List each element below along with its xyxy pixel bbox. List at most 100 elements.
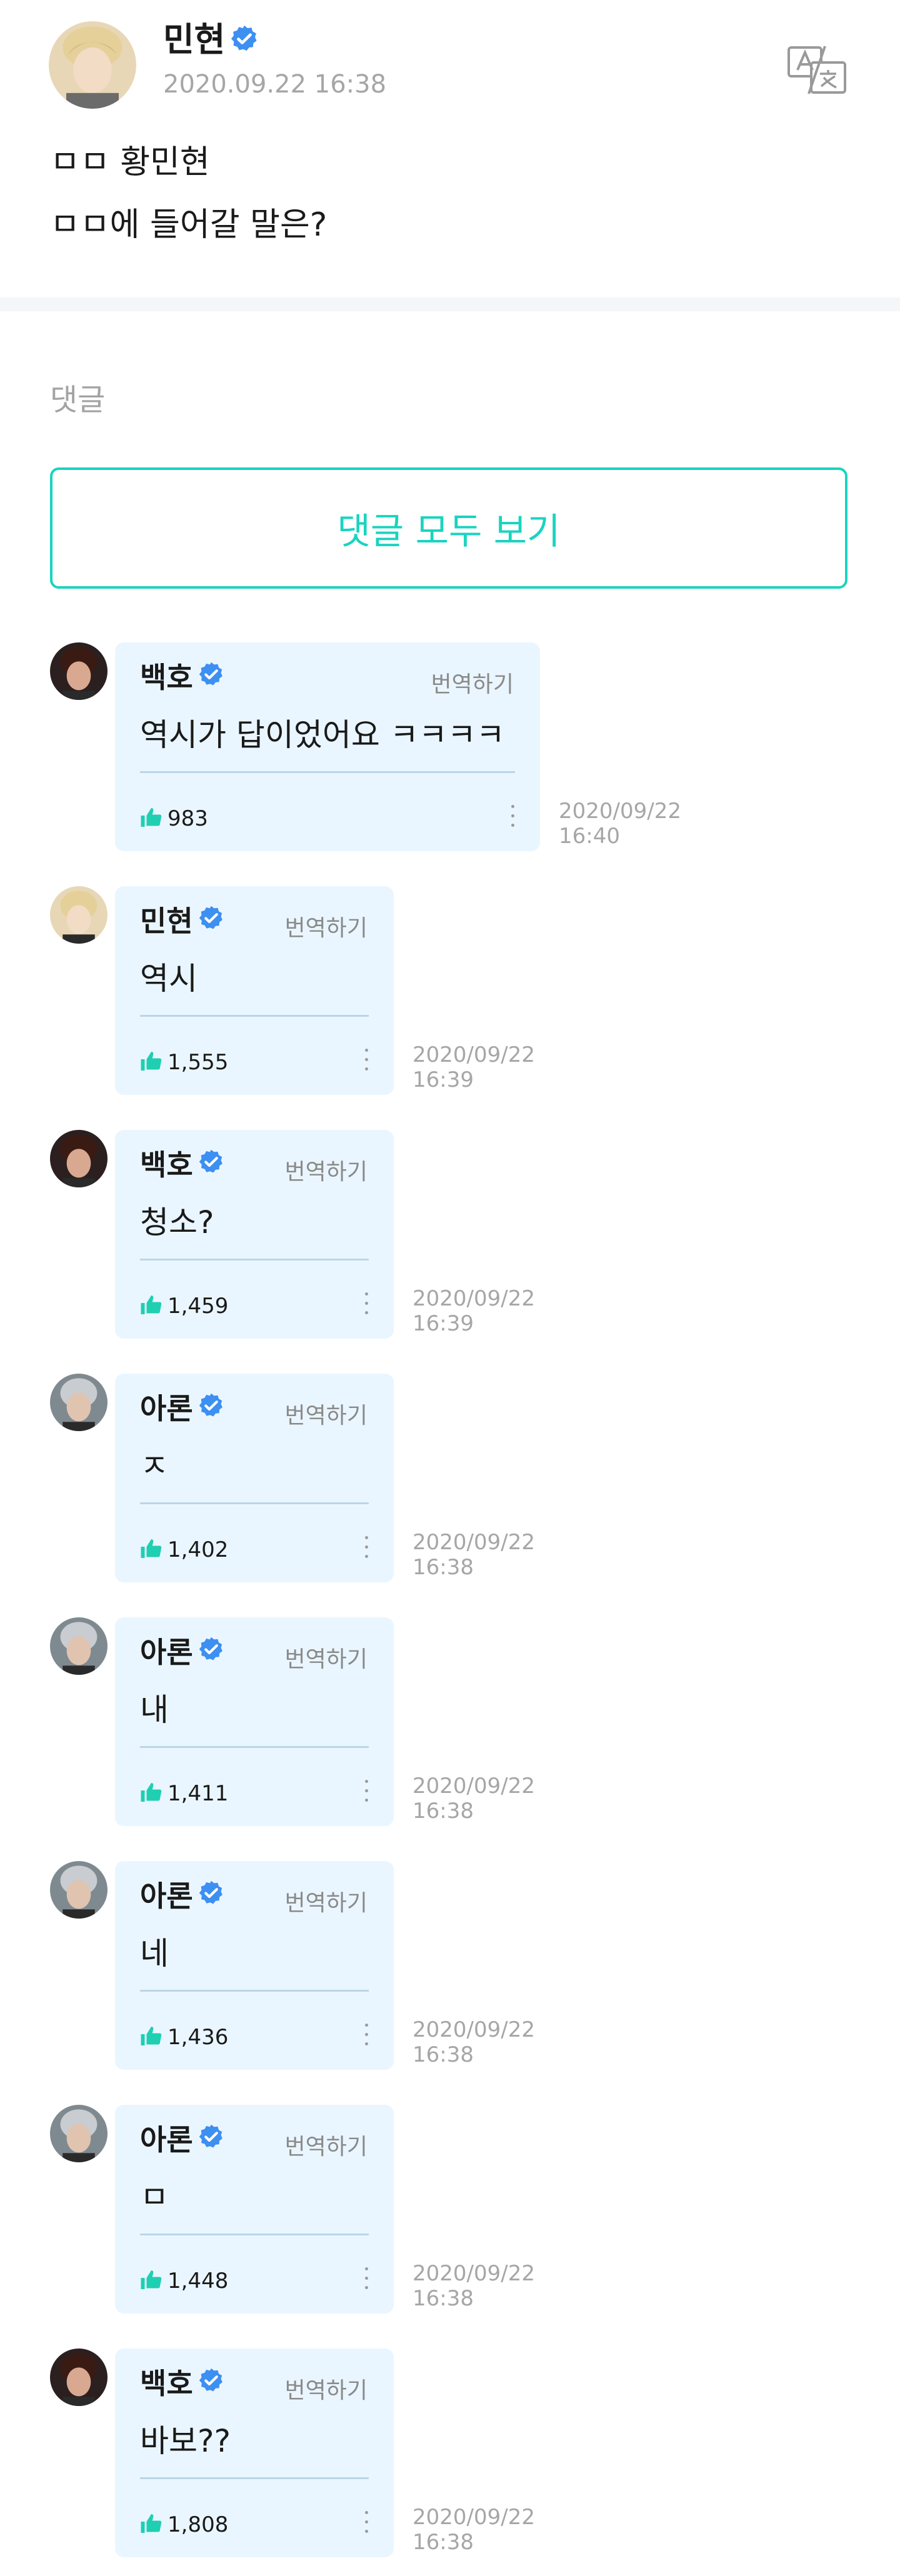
- comment-text: 청소?: [140, 1204, 214, 1241]
- more-vertical-icon[interactable]: [365, 2267, 369, 2290]
- comment-item: 아론 번역하기 내 1,411 2020/09/22 16:38: [0, 1617, 900, 1842]
- like-button[interactable]: 1,459: [140, 1294, 228, 1319]
- comment-time: 16:38: [412, 2530, 474, 2555]
- avatar[interactable]: [50, 1130, 108, 1187]
- more-vertical-icon[interactable]: [511, 805, 515, 827]
- verified-badge-icon: [230, 24, 259, 56]
- comment-text: 역시: [140, 961, 198, 997]
- post-author-name[interactable]: 민현: [163, 20, 225, 61]
- comment-author-name[interactable]: 백호: [140, 1142, 193, 1184]
- more-vertical-icon[interactable]: [365, 1780, 369, 1802]
- comment-author-name[interactable]: 아론: [140, 1386, 193, 1427]
- thumbs-up-icon: [140, 1538, 162, 1562]
- avatar[interactable]: [50, 1374, 108, 1431]
- comment-timestamp: 2020/09/22 16:39: [412, 1286, 535, 1336]
- like-button[interactable]: 1,436: [140, 2025, 228, 2050]
- avatar[interactable]: [50, 886, 108, 944]
- thumbs-up-icon: [140, 807, 162, 831]
- comment-date: 2020/09/22: [412, 1530, 535, 1555]
- post-text-line-2: ㅁㅁ에 들어갈 말은?: [50, 206, 328, 244]
- comment-time: 16:38: [412, 2286, 474, 2311]
- translate-button[interactable]: 번역하기: [285, 1885, 368, 1917]
- comment-bubble: 아론 번역하기 ㅁ 1,448: [115, 2105, 394, 2314]
- verified-badge-icon: [198, 1880, 224, 1909]
- view-all-comments-button[interactable]: 댓글 모두 보기: [50, 467, 848, 589]
- comment-date: 2020/09/22: [412, 1286, 535, 1311]
- avatar-image: [50, 642, 108, 700]
- comment-timestamp: 2020/09/22 16:40: [559, 799, 681, 849]
- comment-item: 아론 번역하기 ㅈ 1,402 2020/09/22 16:38: [0, 1374, 900, 1599]
- post-header: 민현 2020.09.22 16:38: [49, 19, 861, 112]
- avatar-image: [50, 2349, 108, 2406]
- translate-icon[interactable]: [786, 45, 848, 95]
- like-button[interactable]: 1,448: [140, 2269, 228, 2294]
- like-button[interactable]: 1,808: [140, 2512, 228, 2537]
- comment-text: 역시가 답이었어요 ㅋㅋㅋㅋ: [140, 717, 505, 753]
- comment-timestamp: 2020/09/22 16:38: [412, 2261, 535, 2311]
- comment-time: 16:40: [559, 824, 620, 849]
- avatar-image: [50, 1130, 108, 1187]
- translate-button[interactable]: 번역하기: [285, 2129, 368, 2161]
- comment-author-name[interactable]: 아론: [140, 1630, 193, 1671]
- translate-button[interactable]: 번역하기: [431, 666, 514, 699]
- like-button[interactable]: 1,411: [140, 1781, 228, 1806]
- thumbs-up-icon: [140, 1051, 162, 1074]
- comment-author-row: 백호: [140, 2361, 224, 2402]
- comment-author-name[interactable]: 백호: [140, 2361, 193, 2402]
- like-button[interactable]: 983: [140, 806, 208, 831]
- translate-button[interactable]: 번역하기: [285, 1154, 368, 1186]
- like-button[interactable]: 1,402: [140, 1537, 228, 1562]
- avatar[interactable]: [50, 2349, 108, 2406]
- comment-author-row: 민현: [140, 899, 224, 940]
- like-button[interactable]: 1,555: [140, 1050, 228, 1075]
- avatar[interactable]: [50, 1861, 108, 1919]
- comment-author-name[interactable]: 아론: [140, 1874, 193, 1915]
- avatar-image: [49, 21, 136, 109]
- comment-date: 2020/09/22: [412, 2017, 535, 2042]
- avatar[interactable]: [50, 2105, 108, 2162]
- thumbs-up-icon: [140, 1782, 162, 1805]
- comment-author-name[interactable]: 백호: [140, 655, 193, 696]
- avatar-image: [50, 2105, 108, 2162]
- like-count: 1,448: [168, 2269, 229, 2294]
- comment-author-name[interactable]: 민현: [140, 899, 193, 940]
- comment-time: 16:38: [412, 1555, 474, 1580]
- divider: [140, 1502, 369, 1504]
- comment-bubble: 백호 번역하기 역시가 답이었어요 ㅋㅋㅋㅋ 983: [115, 642, 540, 851]
- comment-item: 백호 번역하기 역시가 답이었어요 ㅋㅋㅋㅋ 983 2020/09/22 16…: [0, 642, 900, 867]
- post-text-line-1: ㅁㅁ 황민현: [50, 144, 210, 181]
- more-vertical-icon[interactable]: [365, 2511, 369, 2534]
- divider: [0, 297, 900, 311]
- translate-button[interactable]: 번역하기: [285, 1397, 368, 1430]
- like-count: 1,555: [168, 1050, 229, 1075]
- comment-item: 백호 번역하기 바보?? 1,808 2020/09/22 16:38: [0, 2349, 900, 2574]
- comment-text: 네: [140, 1935, 169, 1972]
- avatar[interactable]: [50, 642, 108, 700]
- comment-date: 2020/09/22: [412, 2505, 535, 2530]
- more-vertical-icon[interactable]: [365, 2024, 369, 2046]
- comment-timestamp: 2020/09/22 16:38: [412, 1530, 535, 1580]
- avatar-image: [50, 1374, 108, 1431]
- more-vertical-icon[interactable]: [365, 1536, 369, 1559]
- comment-item: 아론 번역하기 ㅁ 1,448 2020/09/22 16:38: [0, 2105, 900, 2330]
- comment-bubble: 백호 번역하기 청소? 1,459: [115, 1130, 394, 1339]
- more-vertical-icon[interactable]: [365, 1292, 369, 1315]
- more-vertical-icon[interactable]: [365, 1049, 369, 1071]
- translate-button[interactable]: 번역하기: [285, 910, 368, 942]
- comment-date: 2020/09/22: [412, 1774, 535, 1799]
- comment-author-row: 아론: [140, 1630, 224, 1671]
- verified-badge-icon: [198, 905, 224, 934]
- avatar[interactable]: [49, 21, 136, 109]
- translate-button[interactable]: 번역하기: [285, 1641, 368, 1674]
- thumbs-up-icon: [140, 2269, 162, 2293]
- comment-timestamp: 2020/09/22 16:38: [412, 1774, 535, 1824]
- comment-item: 백호 번역하기 청소? 1,459 2020/09/22 16:39: [0, 1130, 900, 1355]
- comment-bubble: 아론 번역하기 네 1,436: [115, 1861, 394, 2070]
- avatar-image: [50, 886, 108, 944]
- comment-author-name[interactable]: 아론: [140, 2117, 193, 2159]
- thumbs-up-icon: [140, 2513, 162, 2537]
- like-count: 1,459: [168, 1294, 229, 1319]
- divider: [140, 2477, 369, 2479]
- avatar[interactable]: [50, 1617, 108, 1675]
- translate-button[interactable]: 번역하기: [285, 2372, 368, 2405]
